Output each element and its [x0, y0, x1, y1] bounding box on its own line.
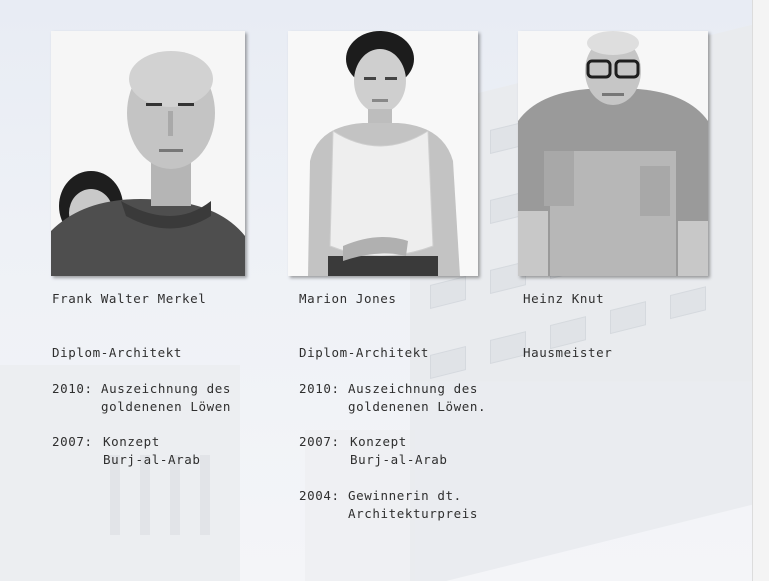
- member-title: Diplom-Architekt: [299, 345, 430, 360]
- member-name: Heinz Knut: [523, 291, 605, 306]
- award-text-line2: goldenenen Löwen.: [348, 399, 487, 414]
- award-text-line1: Konzept: [103, 434, 160, 449]
- award-text-line2: Burj-al-Arab: [103, 452, 201, 467]
- portrait-frank-walter-merkel: [51, 31, 245, 276]
- member-title: Diplom-Architekt: [52, 345, 183, 360]
- member-name: Frank Walter Merkel: [52, 291, 207, 306]
- member-name: Marion Jones: [299, 291, 397, 306]
- award-text-line2: Architekturpreis: [348, 506, 479, 521]
- member-title: Hausmeister: [523, 345, 613, 360]
- award-year: 2010:: [52, 381, 93, 396]
- award-text-line2: goldenenen Löwen: [101, 399, 232, 414]
- portrait-marion-jones: [288, 31, 478, 276]
- award-year: 2007:: [52, 434, 93, 449]
- award-year: 2007:: [299, 434, 340, 449]
- portrait-heinz-knut: [518, 31, 708, 276]
- award-year: 2010:: [299, 381, 340, 396]
- vertical-scrollbar[interactable]: [752, 0, 769, 581]
- award-text-line2: Burj-al-Arab: [350, 452, 448, 467]
- award-year: 2004:: [299, 488, 340, 503]
- award-text-line1: Auszeichnung des: [348, 381, 479, 396]
- award-text-line1: Gewinnerin dt.: [348, 488, 462, 503]
- award-text-line1: Auszeichnung des: [101, 381, 232, 396]
- award-text-line1: Konzept: [350, 434, 407, 449]
